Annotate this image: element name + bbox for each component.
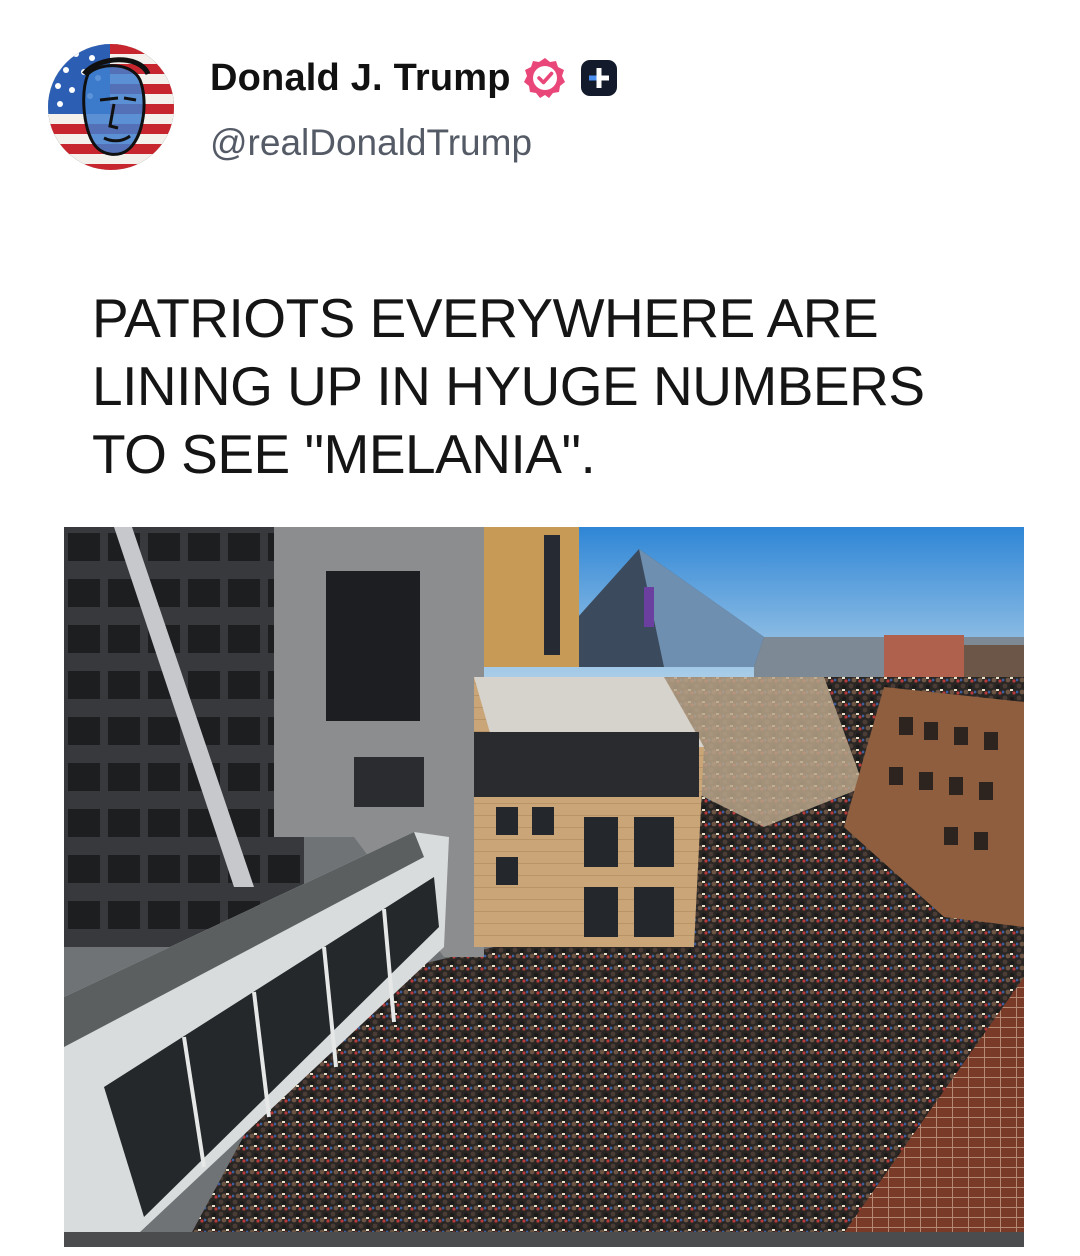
author-avatar[interactable] xyxy=(48,44,174,170)
verified-badge-icon xyxy=(523,56,567,100)
post-text: PATRIOTS EVERYWHERE ARE LINING UP IN HYU… xyxy=(92,284,1022,488)
flag-portrait-avatar-icon xyxy=(48,44,174,170)
author-display-name[interactable]: Donald J. Trump xyxy=(210,57,511,100)
post-text-line: LINING UP IN HYUGE NUMBERS xyxy=(92,355,925,417)
post-header: Donald J. Trump @realDonaldTrump xyxy=(48,44,1038,174)
plus-badge-icon xyxy=(580,60,617,96)
author-name-row: Donald J. Trump xyxy=(210,56,617,100)
post-text-line: PATRIOTS EVERYWHERE ARE xyxy=(92,287,879,349)
author-handle[interactable]: @realDonaldTrump xyxy=(210,122,532,164)
aerial-crowd-photo[interactable] xyxy=(64,527,1024,1247)
post-text-line: TO SEE "MELANIA". xyxy=(92,423,596,485)
